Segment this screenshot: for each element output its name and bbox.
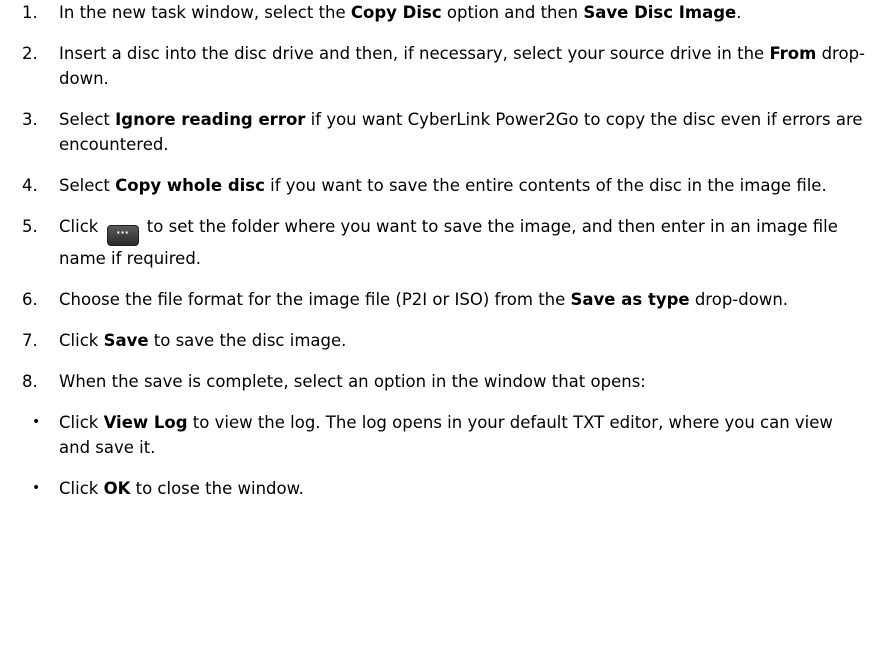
step-text: Choose the file format for the image fil… — [59, 290, 789, 309]
step-number: 3. — [22, 110, 38, 129]
step-text: Insert a disc into the disc drive and th… — [59, 44, 865, 88]
bullet-text: Click OK to close the window. — [59, 479, 304, 498]
step-6: 6. Choose the file format for the image … — [0, 287, 883, 312]
step-number: 8. — [22, 372, 38, 391]
ui-term-view-log: View Log — [103, 413, 188, 432]
ui-term-ignore-reading-error: Ignore reading error — [115, 110, 306, 129]
options-list: • Click View Log to view the log. The lo… — [0, 410, 883, 501]
step-8: 8. When the save is complete, select an … — [0, 369, 883, 394]
steps-list: 1. In the new task window, select the Co… — [0, 0, 883, 394]
step-2: 2. Insert a disc into the disc drive and… — [0, 41, 883, 91]
ui-term-copy-disc: Copy Disc — [350, 3, 442, 22]
step-text: Click ··· to set the folder where you wa… — [59, 217, 838, 268]
ui-term-ok: OK — [103, 479, 131, 498]
bullet-marker: • — [32, 480, 41, 496]
step-7: 7. Click Save to save the disc image. — [0, 328, 883, 353]
ellipsis-icon: ··· — [106, 225, 139, 246]
step-text: In the new task window, select the Copy … — [59, 3, 742, 22]
step-number: 6. — [22, 290, 38, 309]
bullet-text: Click View Log to view the log. The log … — [59, 413, 833, 457]
ui-term-from: From — [769, 44, 817, 63]
step-number: 7. — [22, 331, 38, 350]
step-text: Select Ignore reading error if you want … — [59, 110, 863, 154]
step-5: 5. Click ··· to set the folder where you… — [0, 214, 883, 271]
step-number: 2. — [22, 44, 38, 63]
step-text: Select Copy whole disc if you want to sa… — [59, 176, 827, 195]
step-text: When the save is complete, select an opt… — [59, 372, 646, 391]
step-1: 1. In the new task window, select the Co… — [0, 0, 883, 25]
document-body: 1. In the new task window, select the Co… — [0, 0, 883, 501]
step-3: 3. Select Ignore reading error if you wa… — [0, 107, 883, 157]
step-text: Click Save to save the disc image. — [59, 331, 347, 350]
option-view-log: • Click View Log to view the log. The lo… — [0, 410, 883, 460]
ui-term-save-as-type: Save as type — [570, 290, 690, 309]
step-number: 1. — [22, 3, 38, 22]
step-number: 5. — [22, 217, 38, 236]
option-ok: • Click OK to close the window. — [0, 476, 883, 501]
ui-term-copy-whole-disc: Copy whole disc — [115, 176, 265, 195]
ui-term-save: Save — [103, 331, 149, 350]
step-4: 4. Select Copy whole disc if you want to… — [0, 173, 883, 198]
ui-term-save-disc-image: Save Disc Image — [583, 3, 737, 22]
step-number: 4. — [22, 176, 38, 195]
bullet-marker: • — [32, 414, 41, 430]
